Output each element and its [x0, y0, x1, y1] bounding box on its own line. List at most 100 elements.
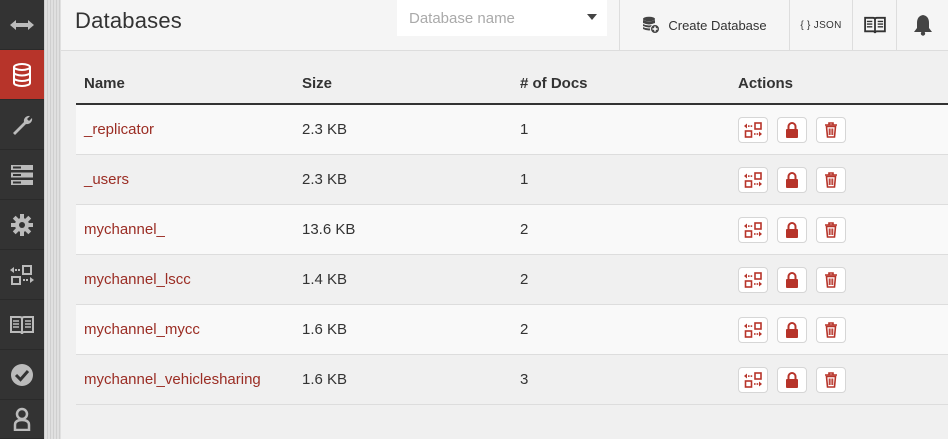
nav-item-setup[interactable] [0, 100, 44, 150]
trash-icon [825, 271, 837, 288]
cell-docs: 1 [512, 154, 730, 205]
book-icon [863, 16, 886, 34]
server-rack-icon [11, 164, 33, 185]
lock-icon [786, 271, 798, 288]
action-group [738, 266, 855, 293]
nav-item-documentation[interactable] [0, 300, 44, 350]
cell-docs: 2 [512, 254, 730, 305]
cell-actions [730, 154, 948, 205]
replicate-icon [744, 171, 762, 188]
replicate-button[interactable] [738, 116, 768, 143]
lock-icon [786, 221, 798, 238]
database-search-box[interactable] [397, 0, 607, 36]
database-icon [13, 62, 31, 87]
cell-size: 1.6 KB [294, 304, 512, 355]
table-row: mychannel_lscc 1.4 KB 2 [76, 254, 948, 305]
chevron-down-icon[interactable] [587, 14, 597, 20]
column-header-size[interactable]: Size [294, 63, 512, 105]
column-header-name[interactable]: Name [76, 63, 294, 105]
nav-item-databases[interactable] [0, 50, 44, 100]
gear-icon [11, 213, 33, 236]
documentation-button[interactable] [852, 0, 896, 50]
database-link[interactable]: mychannel_mycc [84, 321, 200, 338]
nav-item-active-tasks[interactable] [0, 150, 44, 200]
cell-actions [730, 354, 948, 405]
nav-item-replication[interactable] [0, 250, 44, 300]
user-icon [13, 407, 31, 431]
cell-name: _replicator [76, 104, 294, 155]
database-link[interactable]: mychannel_vehiclesharing [84, 371, 261, 388]
databases-table-container: Name Size # of Docs Actions _replicator 2… [76, 63, 948, 405]
action-group [738, 166, 855, 193]
database-link[interactable]: _users [84, 171, 129, 188]
action-group [738, 316, 855, 343]
bell-icon [914, 15, 932, 36]
permissions-button[interactable] [777, 116, 807, 143]
delete-button[interactable] [816, 166, 846, 193]
table-row: mychannel_ 13.6 KB 2 [76, 204, 948, 255]
json-view-button[interactable]: { } JSON [789, 0, 852, 50]
delete-button[interactable] [816, 366, 846, 393]
replicate-button[interactable] [738, 166, 768, 193]
database-link[interactable]: mychannel_ [84, 221, 165, 238]
trash-icon [825, 321, 837, 338]
cell-actions [730, 304, 948, 355]
lock-icon [786, 371, 798, 388]
wrench-icon [13, 115, 33, 135]
replicate-icon [744, 321, 762, 338]
cell-size: 2.3 KB [294, 104, 512, 155]
replicate-icon [744, 121, 762, 138]
permissions-button[interactable] [777, 216, 807, 243]
trash-icon [825, 121, 837, 138]
cell-actions [730, 254, 948, 305]
cell-size: 2.3 KB [294, 154, 512, 205]
lock-icon [786, 121, 798, 138]
nav-item-user[interactable] [0, 400, 44, 439]
replicate-button[interactable] [738, 366, 768, 393]
action-group [738, 216, 855, 243]
nav-toggle-button[interactable] [0, 0, 44, 50]
database-link[interactable]: mychannel_lscc [84, 271, 191, 288]
side-navigation [0, 0, 44, 439]
table-row: _replicator 2.3 KB 1 [76, 104, 948, 155]
delete-button[interactable] [816, 266, 846, 293]
cell-size: 1.4 KB [294, 254, 512, 305]
delete-button[interactable] [816, 216, 846, 243]
cell-size: 13.6 KB [294, 204, 512, 255]
expand-arrows-icon [10, 19, 34, 30]
notifications-button[interactable] [896, 0, 948, 50]
cell-size: 1.6 KB [294, 354, 512, 405]
cell-docs: 3 [512, 354, 730, 405]
cell-name: _users [76, 154, 294, 205]
database-search-input[interactable] [407, 7, 581, 29]
create-database-button[interactable]: Create Database [619, 0, 789, 50]
permissions-button[interactable] [777, 366, 807, 393]
page-title: Databases [75, 8, 182, 33]
nav-item-config[interactable] [0, 200, 44, 250]
delete-button[interactable] [816, 116, 846, 143]
permissions-button[interactable] [777, 266, 807, 293]
permissions-button[interactable] [777, 316, 807, 343]
replicate-button[interactable] [738, 316, 768, 343]
nav-item-verify[interactable] [0, 350, 44, 400]
column-header-actions: Actions [730, 63, 948, 105]
replicate-icon [744, 371, 762, 388]
database-link[interactable]: _replicator [84, 121, 154, 138]
table-row: _users 2.3 KB 1 [76, 154, 948, 205]
replicate-button[interactable] [738, 216, 768, 243]
book-icon [10, 315, 34, 334]
cell-name: mychannel_lscc [76, 254, 294, 305]
cell-docs: 2 [512, 304, 730, 355]
delete-button[interactable] [816, 316, 846, 343]
column-header-docs[interactable]: # of Docs [512, 63, 730, 105]
lock-icon [786, 171, 798, 188]
action-group [738, 366, 855, 393]
checkmark-circle-icon [11, 363, 33, 386]
action-group [738, 116, 855, 143]
permissions-button[interactable] [777, 166, 807, 193]
sidebar-resize-handle[interactable] [44, 0, 61, 439]
create-database-label: Create Database [668, 17, 767, 33]
cell-name: mychannel_mycc [76, 304, 294, 355]
replicate-button[interactable] [738, 266, 768, 293]
trash-icon [825, 221, 837, 238]
